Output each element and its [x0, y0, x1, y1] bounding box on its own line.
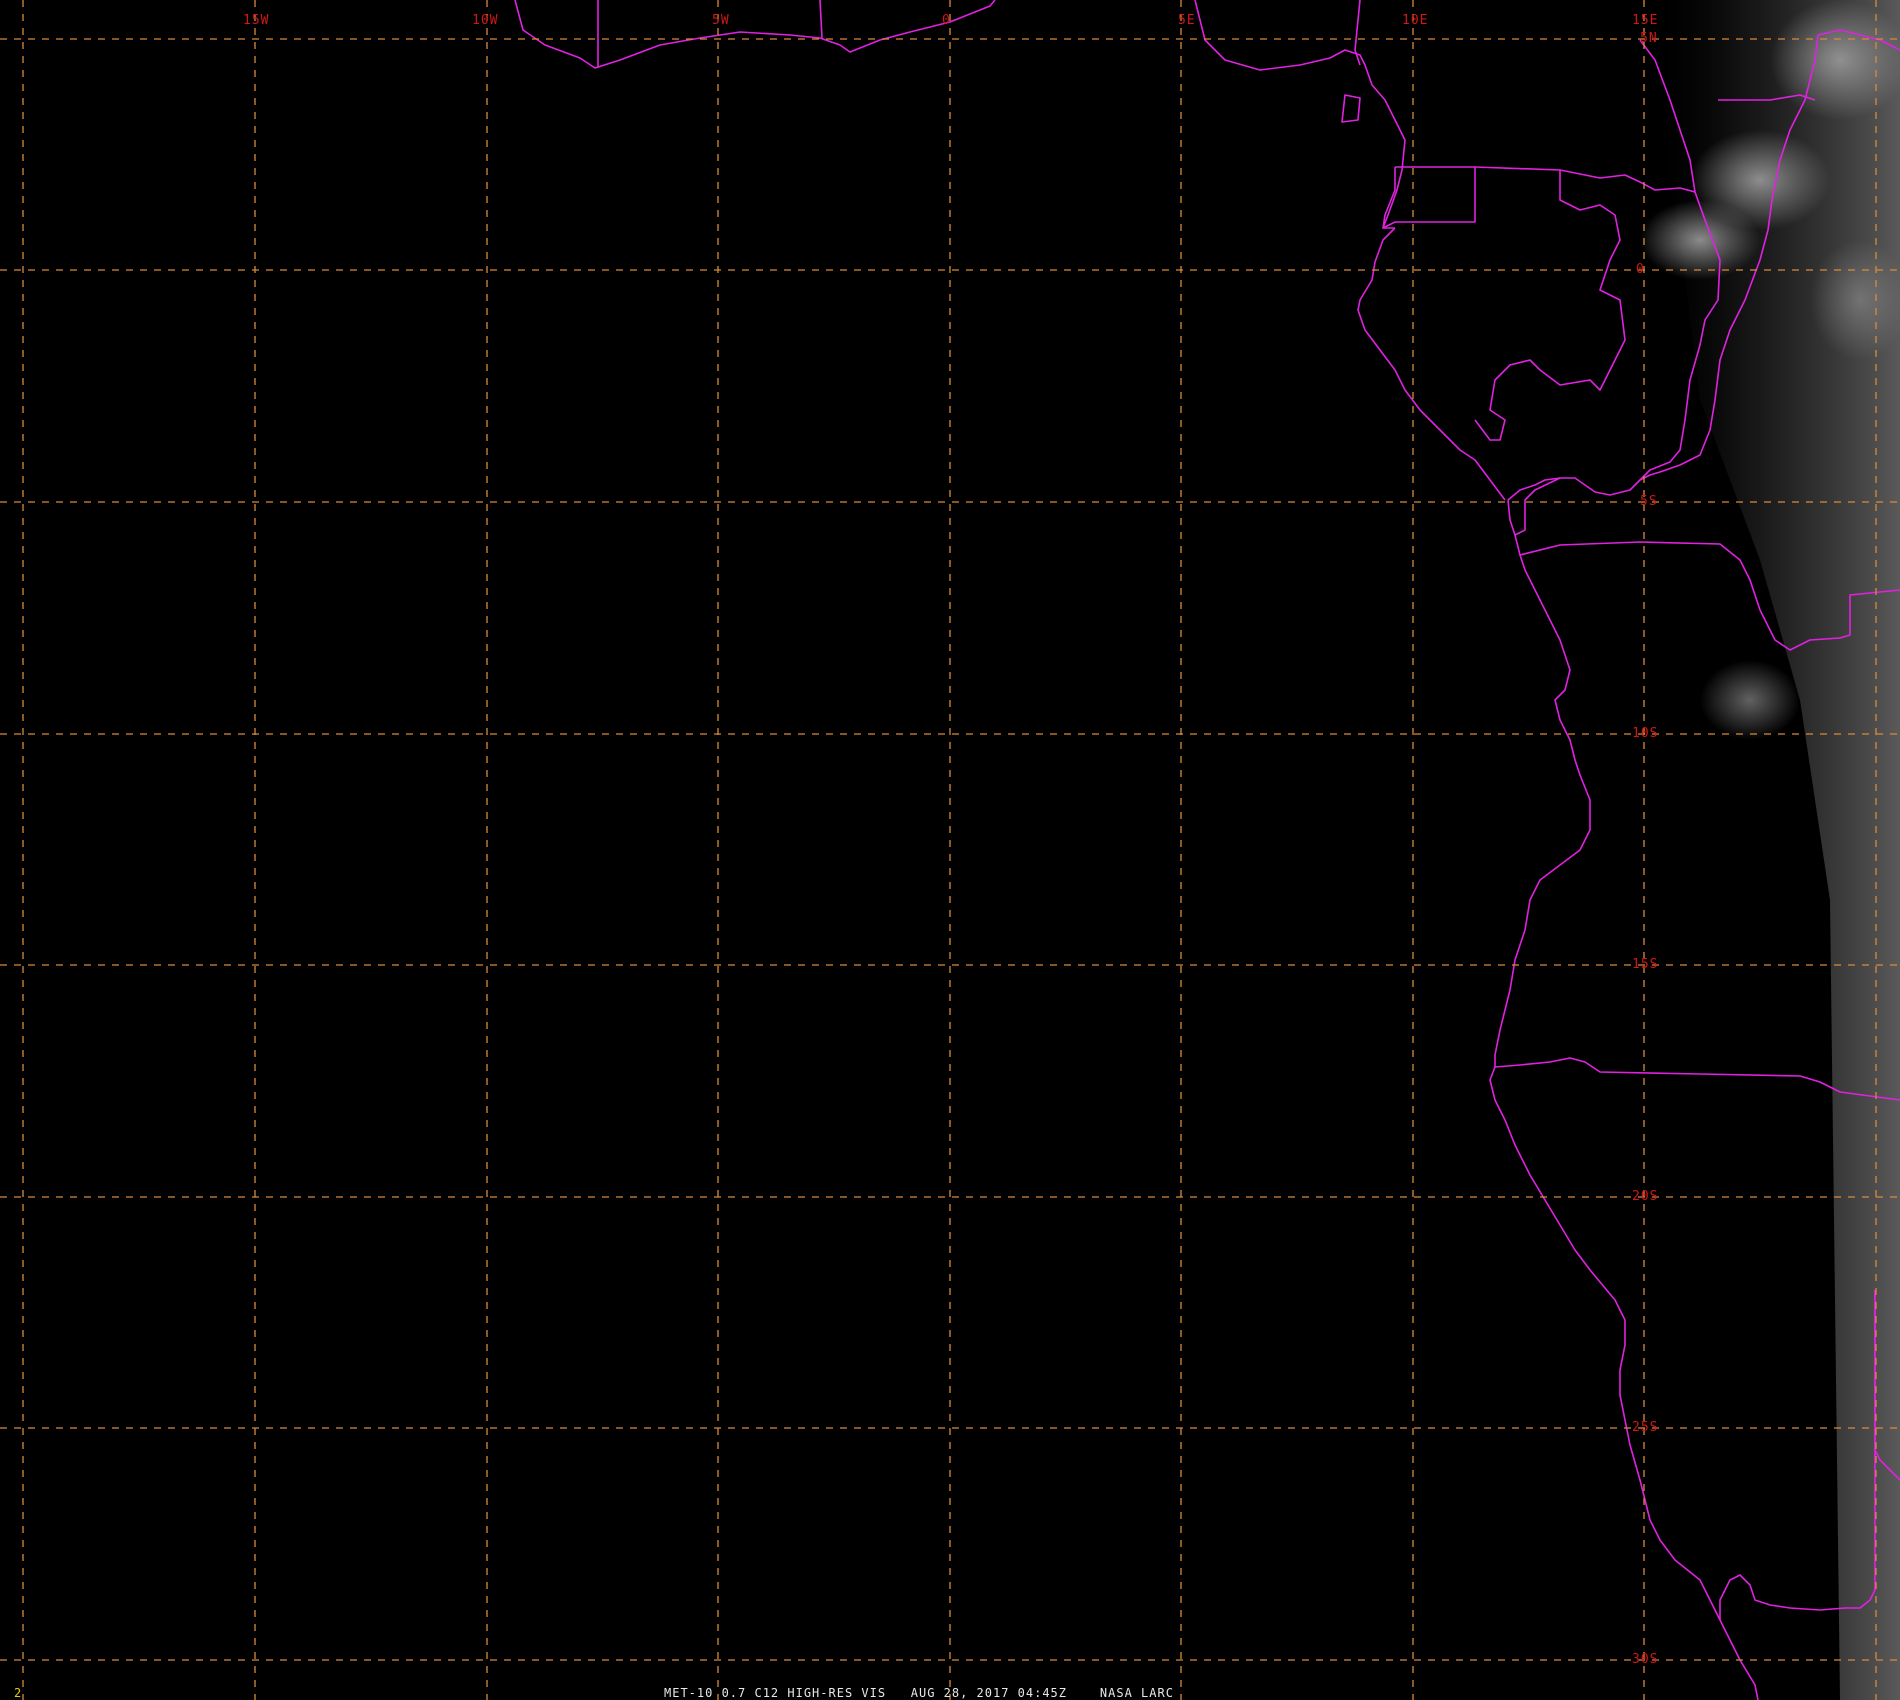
lon-label: 5E	[1178, 13, 1196, 28]
lat-label: 25S	[1632, 1420, 1658, 1435]
lon-label: 10W	[472, 13, 498, 28]
frame-number: 2	[14, 1686, 21, 1700]
lon-label: 5W	[712, 13, 730, 28]
lat-label: 20S	[1632, 1189, 1658, 1204]
lon-label: 15E	[1632, 13, 1658, 28]
satellite-map: 15W 10W 5W 0 5E 10E 15E 5N 0 5S 10S 15S …	[0, 0, 1900, 1700]
lat-label: 30S	[1632, 1652, 1658, 1667]
image-caption: MET-10 0.7 C12 HIGH-RES VIS AUG 28, 2017…	[664, 1686, 1174, 1700]
lon-label: 10E	[1402, 13, 1428, 28]
lat-label: 0	[1636, 262, 1645, 277]
lat-label: 15S	[1632, 957, 1658, 972]
lat-label: 10S	[1632, 726, 1658, 741]
lon-label: 15W	[243, 13, 269, 28]
lon-label: 0	[942, 13, 951, 28]
lat-label: 5S	[1640, 494, 1658, 509]
lat-label: 5N	[1640, 31, 1658, 46]
